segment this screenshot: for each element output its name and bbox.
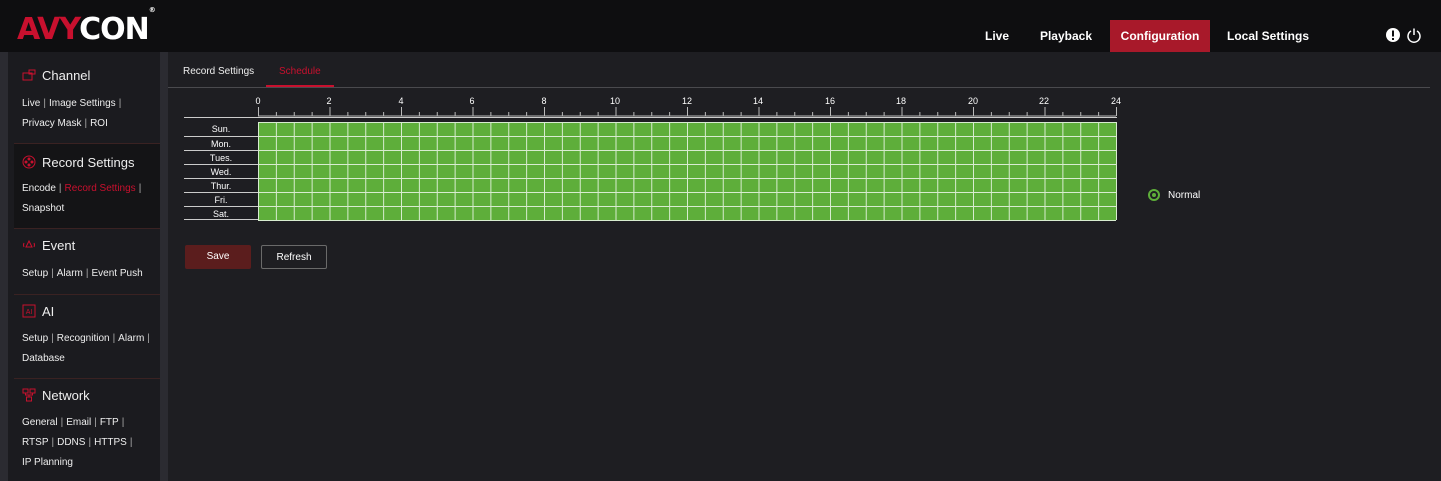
event-icon	[23, 239, 35, 248]
hour-label: 18	[895, 96, 906, 106]
sidebar-channel-header[interactable]: Channel	[22, 65, 90, 85]
sidebar-ai-links: Setup | Recognition | Alarm | Database	[22, 333, 150, 364]
sidebar-event-links: Setup | Alarm | Event Push	[22, 268, 143, 279]
link-ai-setup[interactable]: Setup	[22, 333, 48, 344]
sidebar-record-links: Encode | Record Settings | Snapshot	[22, 183, 142, 214]
sidebar-record-header[interactable]: Record Settings	[22, 152, 135, 172]
main-nav: Live Playback Configuration Local Settin…	[0, 20, 1441, 52]
hour-ticks	[258, 107, 1117, 116]
sidebar-section-channel: Channel Live | Image Settings | Privacy Mas…	[14, 56, 160, 144]
link-live[interactable]: Live	[22, 98, 40, 109]
tab-record-settings[interactable]: Record Settings	[183, 66, 254, 77]
day-label-sun: Sun.	[211, 124, 231, 134]
top-bar: AVYCON® Live Playback Configuration Loca…	[0, 0, 1441, 52]
hour-label: 2	[326, 96, 332, 106]
sidebar-network-links: General | Email | FTP | RTSP | DDNS | HTTPS | IP P…	[22, 417, 133, 468]
save-button[interactable]: Save	[185, 245, 251, 269]
day-label-mon: Mon.	[184, 136, 258, 150]
link-ip-planning[interactable]: IP Planning	[22, 457, 73, 468]
power-icon[interactable]	[1406, 27, 1422, 43]
hour-label: 8	[541, 96, 547, 106]
hour-label: 12	[681, 96, 692, 106]
link-event-push[interactable]: Event Push	[91, 268, 142, 279]
sidebar-section-event: Event Setup | Alarm | Event Push	[14, 229, 160, 295]
sidebar-event-header[interactable]: Event	[22, 235, 75, 255]
link-roi[interactable]: ROI	[90, 118, 108, 129]
hour-label: 24	[1110, 96, 1121, 106]
link-database[interactable]: Database	[22, 353, 65, 364]
hour-label: 0	[255, 96, 261, 106]
day-label-sat: Sat.	[184, 206, 258, 220]
link-ai-alarm[interactable]: Alarm	[118, 333, 144, 344]
day-label-wed: Wed.	[184, 164, 258, 178]
sidebar-left-strip	[0, 52, 8, 481]
link-rtsp[interactable]: RTSP	[22, 437, 49, 448]
schedule-table: Sun. Mon. Tues. Wed. Thur. Fri. Sat.	[184, 117, 1117, 229]
link-record-settings[interactable]: Record Settings	[65, 183, 136, 194]
info-icon[interactable]	[1385, 27, 1401, 43]
sidebar-ai-title: AI	[42, 303, 55, 319]
link-snapshot[interactable]: Snapshot	[22, 203, 64, 214]
nav-live[interactable]: Live	[975, 20, 1019, 52]
sidebar-network-header[interactable]: Network	[22, 385, 90, 405]
day-label-tues: Tues.	[184, 150, 258, 164]
link-email[interactable]: Email	[66, 417, 91, 428]
link-setup[interactable]: Setup	[22, 268, 48, 279]
refresh-button[interactable]: Refresh	[261, 245, 327, 269]
nav-local-settings[interactable]: Local Settings	[1216, 20, 1320, 52]
tab-schedule[interactable]: Schedule	[266, 66, 334, 87]
channel-icon	[22, 69, 36, 81]
hour-label: 10	[609, 96, 620, 106]
link-alarm[interactable]: Alarm	[57, 268, 83, 279]
hour-label: 16	[824, 96, 835, 106]
day-label-thur: Thur.	[184, 178, 258, 192]
link-recognition[interactable]: Recognition	[57, 333, 110, 344]
sidebar-channel-title: Channel	[42, 67, 91, 83]
tab-bar: Record Settings Schedule	[168, 60, 1430, 88]
sidebar-record-title: Record Settings	[42, 154, 135, 170]
nav-playback[interactable]: Playback	[1030, 20, 1102, 52]
link-privacy-mask[interactable]: Privacy Mask	[22, 118, 81, 129]
sidebar-ai-header[interactable]: AI AI	[22, 301, 54, 321]
legend-normal-label: Normal	[1168, 189, 1201, 201]
sidebar-section-network: Network General | Email | FTP | RTSP | DDNS | HTT…	[14, 379, 160, 481]
normal-radio-icon[interactable]	[1148, 189, 1160, 201]
sidebar-section-ai: AI AI Setup | Recognition | Alarm | Database	[14, 295, 160, 379]
day-label-fri: Fri.	[184, 192, 258, 206]
link-https[interactable]: HTTPS	[94, 437, 127, 448]
main-content: Record Settings Schedule 0 2 4 6 8 10 12…	[168, 52, 1441, 481]
hour-label: 4	[398, 96, 404, 106]
link-image-settings[interactable]: Image Settings	[49, 98, 116, 109]
schedule-grid[interactable]	[258, 122, 1118, 221]
hour-label: 6	[469, 96, 475, 106]
hour-label: 14	[752, 96, 763, 106]
link-ftp[interactable]: FTP	[100, 417, 119, 428]
record-icon	[22, 155, 36, 169]
link-encode[interactable]: Encode	[22, 183, 56, 194]
sidebar-channel-links: Live | Image Settings | Privacy Mask | ROI	[22, 98, 122, 129]
svg-text:AI: AI	[26, 309, 33, 316]
hour-label: 20	[967, 96, 978, 106]
hour-label: 22	[1038, 96, 1049, 106]
sidebar-section-record-settings: Record Settings Encode | Record Settings | …	[14, 144, 160, 229]
link-ddns[interactable]: DDNS	[57, 437, 85, 448]
network-icon	[22, 388, 36, 402]
ai-icon: AI	[22, 304, 36, 318]
nav-configuration[interactable]: Configuration	[1110, 20, 1210, 52]
sidebar-event-title: Event	[42, 237, 76, 253]
link-general[interactable]: General	[22, 417, 58, 428]
legend-normal[interactable]: Normal	[1148, 189, 1200, 201]
sidebar-network-title: Network	[42, 387, 90, 403]
